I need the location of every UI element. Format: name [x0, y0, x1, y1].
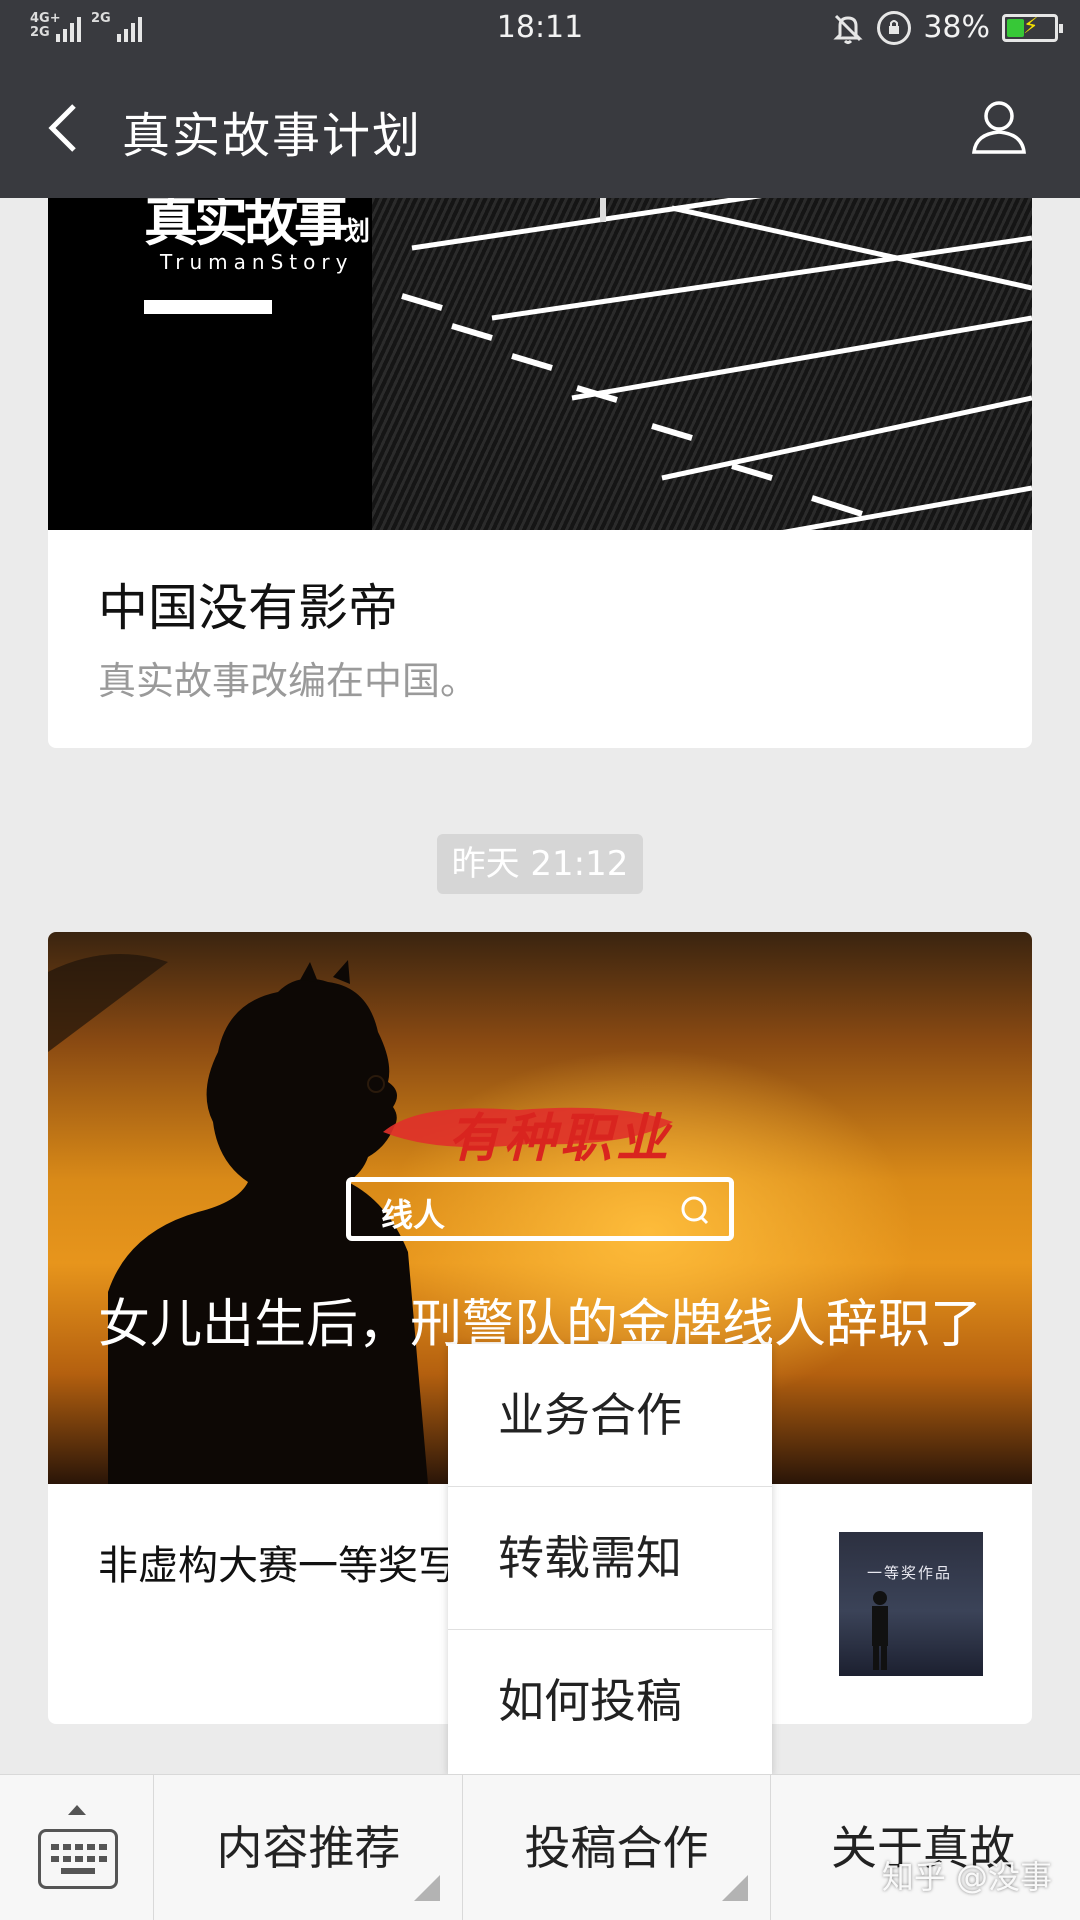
submenu-indicator-icon — [722, 1875, 748, 1901]
article-title: 中国没有影帝 — [98, 579, 398, 637]
person-figure — [872, 1591, 888, 1670]
article-card[interactable]: 真实故事划 TrumanStory 中国没有影帝 真实故事改编在中国。 — [48, 198, 1032, 748]
tab-label: 内容推荐 — [216, 1821, 401, 1875]
mute-icon — [833, 14, 863, 44]
battery-percent: 38% — [923, 10, 990, 45]
menu-tab-content[interactable]: 内容推荐 — [155, 1775, 463, 1920]
search-icon — [681, 1196, 709, 1225]
submenu-popup: 业务合作 转载需知 如何投稿 — [448, 1344, 772, 1774]
article-cover-image: 真实故事划 TrumanStory — [48, 198, 1032, 530]
cover-logo-subtitle: TrumanStory — [160, 250, 354, 274]
rotation-lock-icon — [877, 10, 912, 45]
cover-search-box: 线人 — [346, 1177, 734, 1241]
page-title: 真实故事计划 — [122, 108, 423, 164]
menu-tab-submission[interactable]: 投稿合作 — [463, 1775, 771, 1920]
menu-item-business[interactable]: 业务合作 — [448, 1344, 772, 1487]
menu-item-reprint[interactable]: 转载需知 — [448, 1487, 772, 1630]
submenu-indicator-icon — [414, 1875, 440, 1901]
cover-brand-text: 有种职业 — [448, 1108, 673, 1169]
cover-search-text: 线人 — [381, 1196, 446, 1234]
cover-logo: 真实故事划 — [144, 198, 371, 253]
chevron-left-icon[interactable] — [42, 100, 90, 156]
thumbnail-text: 一等奖作品 — [867, 1564, 953, 1582]
battery-charging-icon: ⚡ — [1002, 13, 1063, 42]
status-bar: 4G+ 2G 2G 18:11 38% ⚡ — [0, 0, 1080, 56]
message-timestamp: 昨天 21:12 — [437, 834, 643, 894]
person-icon[interactable] — [970, 98, 1028, 156]
bottom-menu-bar: 内容推荐 投稿合作 关于真故 — [0, 1774, 1080, 1920]
watermark: 知乎 @没事 — [881, 1858, 1052, 1896]
tab-label: 投稿合作 — [524, 1821, 709, 1875]
status-right: 38% ⚡ — [831, 10, 1063, 45]
cover-logo-bar — [144, 300, 272, 314]
article-summary: 真实故事改编在中国。 — [98, 659, 479, 703]
menu-tab-about[interactable]: 关于真故 — [771, 1775, 1080, 1920]
article-thumbnail: 一等奖作品 — [839, 1532, 983, 1676]
nav-bar: 真实故事计划 — [0, 56, 1080, 198]
keyboard-icon[interactable] — [0, 1775, 154, 1920]
cover-photo — [372, 198, 1032, 530]
menu-item-submit[interactable]: 如何投稿 — [448, 1630, 772, 1773]
